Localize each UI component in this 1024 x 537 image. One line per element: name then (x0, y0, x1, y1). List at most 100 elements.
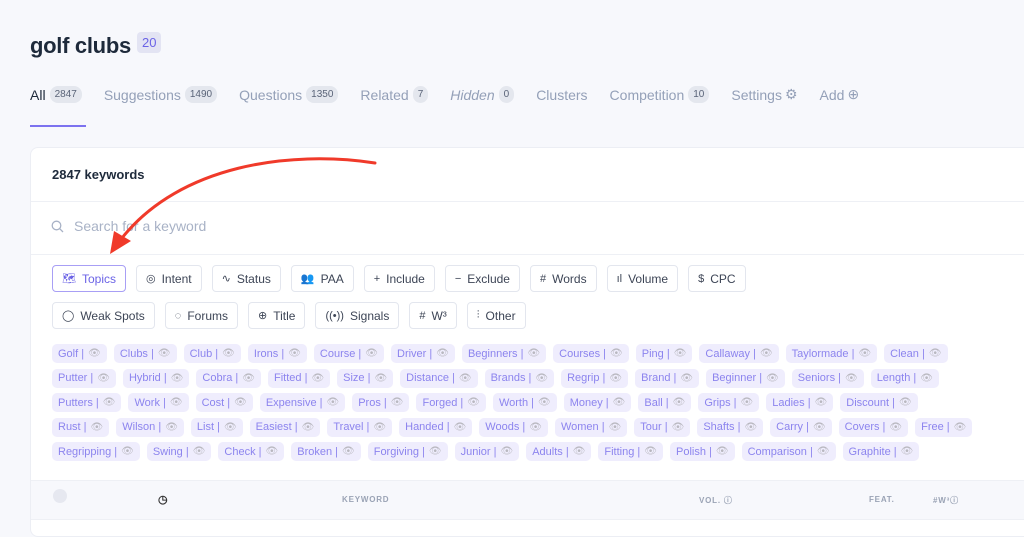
tag-regrip[interactable]: Regrip | 👁 (561, 368, 629, 388)
tag-polish[interactable]: Polish | 👁 (669, 442, 735, 461)
tag-check[interactable]: Check | 👁 (218, 442, 285, 461)
tag-forgiving[interactable]: Forgiving | 👁 (367, 442, 448, 461)
filter-exclude-button[interactable]: − Exclude (444, 265, 520, 292)
tab-settings[interactable]: Settings ⚙ (731, 86, 797, 103)
tag-handed[interactable]: Handed | 👁 (399, 417, 473, 437)
tag-clean[interactable]: Clean | 👁 (884, 344, 948, 363)
tag-discount[interactable]: Discount | 👁 (840, 393, 918, 412)
tag-work[interactable]: Work | 👁 (128, 393, 189, 412)
eye-icon[interactable]: 👁 (373, 422, 386, 433)
eye-icon[interactable]: 👁 (242, 373, 255, 384)
filter-paa-button[interactable]: 👥 PAA (290, 265, 354, 292)
tag-course[interactable]: Course | 👁 (313, 344, 384, 363)
tag-ball[interactable]: Ball | 👁 (638, 393, 692, 412)
eye-icon[interactable]: 👁 (573, 446, 586, 457)
tag-fitting[interactable]: Fitting | 👁 (598, 442, 663, 461)
filter-w--button[interactable]: # W³ (409, 302, 457, 329)
filter-include-button[interactable]: + Include (363, 265, 435, 292)
eye-icon[interactable]: 👁 (815, 397, 828, 408)
tab-hidden[interactable]: Hidden 0 (450, 86, 515, 103)
tag-seniors[interactable]: Seniors | 👁 (791, 368, 864, 388)
eye-icon[interactable]: 👁 (760, 348, 773, 359)
tag-grips[interactable]: Grips | 👁 (698, 393, 760, 412)
filter-intent-button[interactable]: ◎ Intent (135, 265, 202, 292)
tag-easiest[interactable]: Easiest | 👁 (249, 417, 321, 437)
eye-icon[interactable]: 👁 (170, 397, 183, 408)
tag-broken[interactable]: Broken | 👁 (291, 442, 361, 461)
tag-cobra[interactable]: Cobra | 👁 (196, 368, 261, 388)
eye-icon[interactable]: 👁 (813, 422, 826, 433)
eye-icon[interactable]: 👁 (673, 397, 686, 408)
tab-questions[interactable]: Questions 1350 (239, 86, 339, 103)
tag-junior[interactable]: Junior | 👁 (454, 442, 520, 461)
eye-icon[interactable]: 👁 (644, 446, 657, 457)
tag-worth[interactable]: Worth | 👁 (492, 393, 557, 412)
tag-comparison[interactable]: Comparison | 👁 (741, 442, 836, 461)
select-all-checkbox[interactable] (53, 489, 67, 503)
eye-icon[interactable]: 👁 (613, 397, 626, 408)
tag-putters[interactable]: Putters | 👁 (52, 393, 122, 412)
tab-add[interactable]: Add ⊕ (820, 86, 860, 103)
eye-icon[interactable]: 👁 (454, 422, 467, 433)
filter-signals-button[interactable]: ((•)) Signals (315, 302, 400, 329)
tab-competition[interactable]: Competition 10 (610, 86, 710, 103)
tag-beginners[interactable]: Beginners | 👁 (461, 344, 547, 363)
eye-icon[interactable]: 👁 (954, 422, 967, 433)
eye-icon[interactable]: 👁 (716, 446, 729, 457)
tag-regripping[interactable]: Regripping | 👁 (52, 442, 140, 461)
tag-swing[interactable]: Swing | 👁 (146, 442, 212, 461)
tag-brand[interactable]: Brand | 👁 (635, 368, 700, 388)
eye-icon[interactable]: 👁 (672, 422, 685, 433)
tag-driver[interactable]: Driver | 👁 (391, 344, 455, 363)
eye-icon[interactable]: 👁 (88, 348, 101, 359)
tab-clusters[interactable]: Clusters (536, 86, 587, 103)
tag-graphite[interactable]: Graphite | 👁 (842, 442, 920, 461)
tag-free[interactable]: Free | 👁 (915, 417, 973, 437)
tag-size[interactable]: Size | 👁 (337, 368, 394, 388)
eye-icon[interactable]: 👁 (121, 446, 134, 457)
filter-forums-button[interactable]: ◌ Forums (164, 302, 239, 329)
tag-woods[interactable]: Woods | 👁 (479, 417, 548, 437)
tag-distance[interactable]: Distance | 👁 (400, 368, 478, 388)
tag-taylormade[interactable]: Taylormade | 👁 (785, 344, 878, 363)
tag-list[interactable]: List | 👁 (190, 417, 243, 437)
column-keyword[interactable]: KEYWORD (342, 495, 389, 504)
tag-ping[interactable]: Ping | 👁 (635, 344, 693, 363)
eye-icon[interactable]: 👁 (535, 373, 548, 384)
eye-icon[interactable]: 👁 (459, 373, 472, 384)
filter-weak-spots-button[interactable]: ◯ Weak Spots (52, 302, 155, 329)
eye-icon[interactable]: 👁 (609, 373, 622, 384)
eye-icon[interactable]: 👁 (889, 422, 902, 433)
tag-clubs[interactable]: Clubs | 👁 (113, 344, 177, 363)
eye-icon[interactable]: 👁 (858, 348, 871, 359)
eye-icon[interactable]: 👁 (97, 373, 110, 384)
tag-women[interactable]: Women | 👁 (554, 417, 628, 437)
tag-irons[interactable]: Irons | 👁 (247, 344, 307, 363)
tag-money[interactable]: Money | 👁 (563, 393, 632, 412)
tag-expensive[interactable]: Expensive | 👁 (259, 393, 346, 412)
column-volume[interactable]: VOL. ⓘ (699, 495, 733, 506)
eye-icon[interactable]: 👁 (845, 373, 858, 384)
tab-suggestions[interactable]: Suggestions 1490 (104, 86, 218, 103)
eye-icon[interactable]: 👁 (529, 422, 542, 433)
eye-icon[interactable]: 👁 (193, 446, 206, 457)
tag-club[interactable]: Club | 👁 (183, 344, 241, 363)
eye-icon[interactable]: 👁 (171, 373, 184, 384)
filter-status-button[interactable]: ∿ Status (211, 265, 281, 292)
filter-words-button[interactable]: # Words (529, 265, 597, 292)
eye-icon[interactable]: 👁 (527, 348, 540, 359)
eye-icon[interactable]: 👁 (234, 397, 247, 408)
eye-icon[interactable]: 👁 (165, 422, 178, 433)
eye-icon[interactable]: 👁 (365, 348, 378, 359)
tag-golf[interactable]: Golf | 👁 (52, 344, 107, 363)
eye-icon[interactable]: 👁 (467, 397, 480, 408)
tag-ladies[interactable]: Ladies | 👁 (766, 393, 834, 412)
eye-icon[interactable]: 👁 (391, 397, 404, 408)
eye-icon[interactable]: 👁 (538, 397, 551, 408)
eye-icon[interactable]: 👁 (224, 422, 237, 433)
eye-icon[interactable]: 👁 (744, 422, 757, 433)
tag-forged[interactable]: Forged | 👁 (416, 393, 486, 412)
eye-icon[interactable]: 👁 (817, 446, 830, 457)
eye-icon[interactable]: 👁 (899, 397, 912, 408)
tag-courses[interactable]: Courses | 👁 (553, 344, 629, 363)
